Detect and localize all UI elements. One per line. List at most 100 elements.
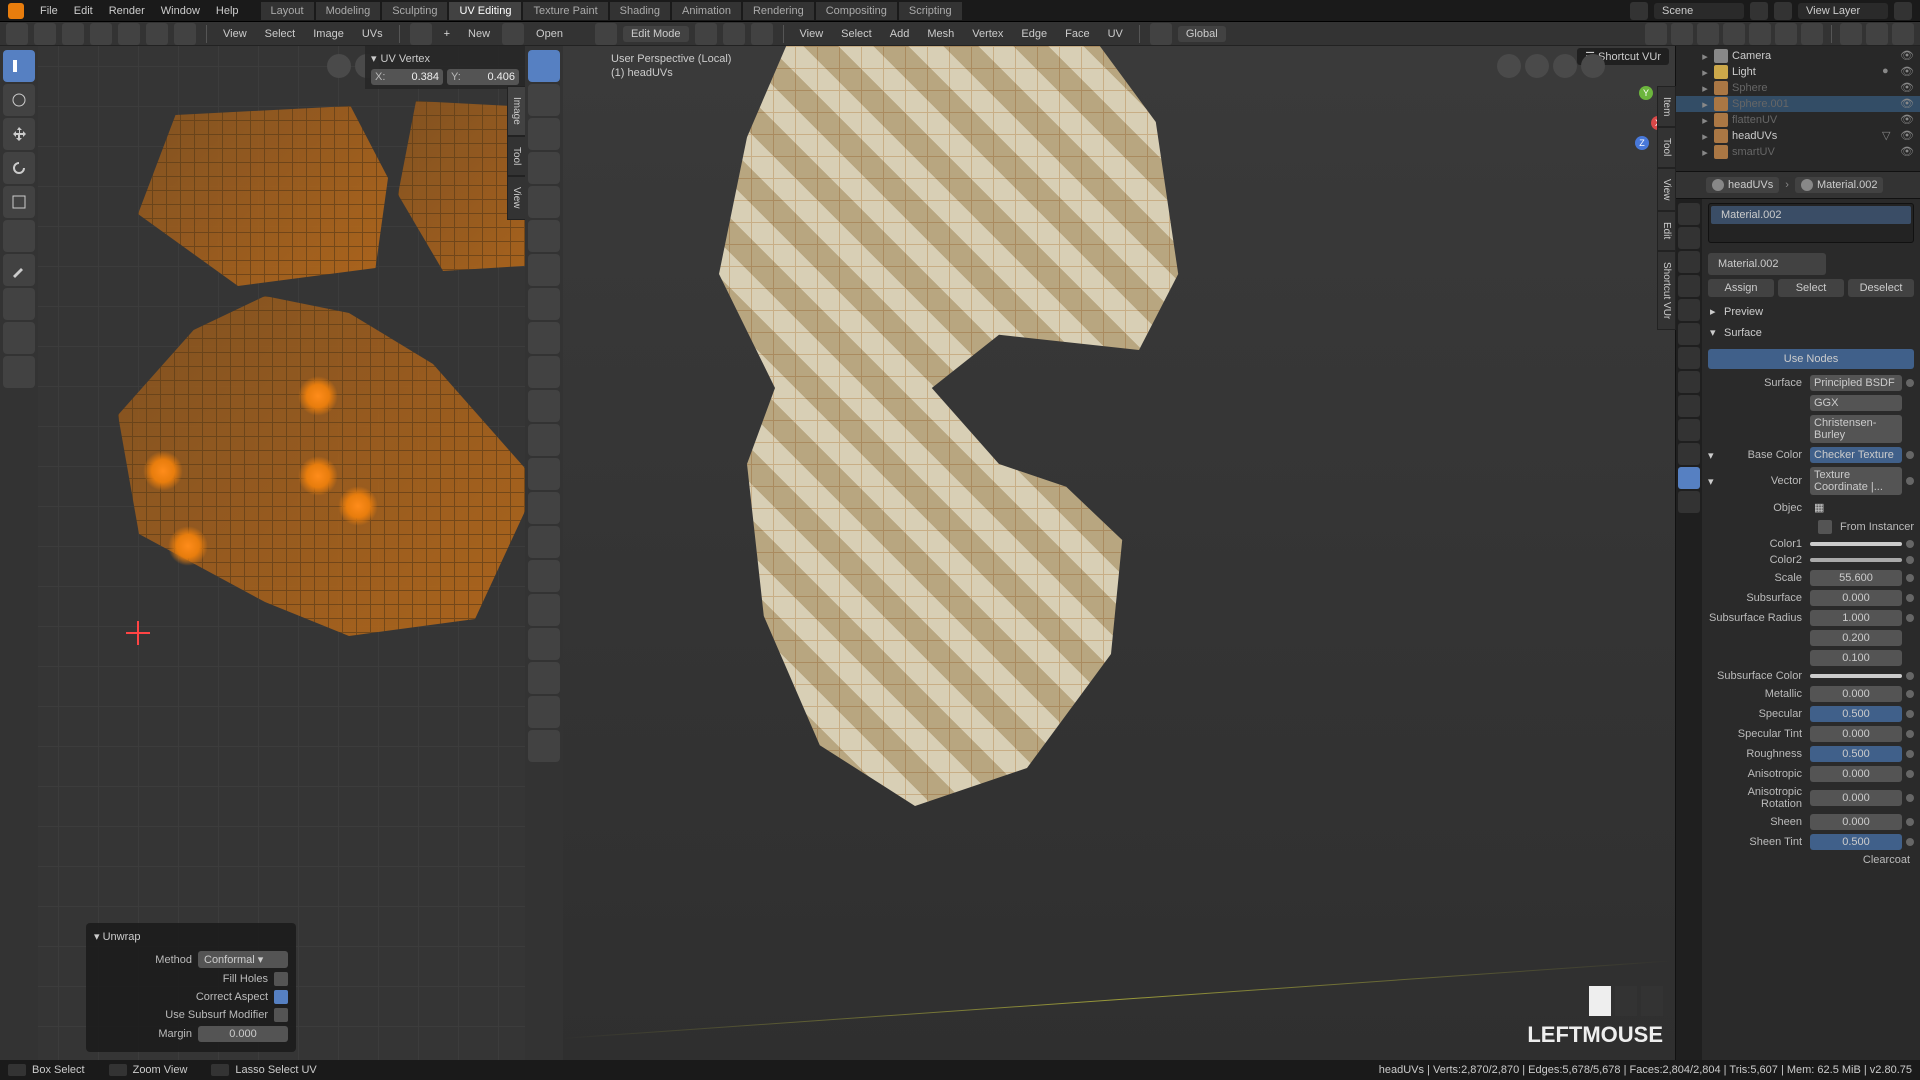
vp-tab-shortcutvur[interactable]: Shortcut VUr — [1657, 251, 1676, 330]
material-new-icon[interactable] — [1828, 253, 1848, 275]
outliner-editor-type-icon[interactable] — [1840, 23, 1862, 45]
uv-menu-view[interactable]: View — [217, 28, 253, 40]
outliner[interactable]: ▸Camera👁 ▸Light●👁 ▸Sphere👁 ▸Sphere.001👁 … — [1676, 46, 1920, 171]
vp-tool-scale[interactable] — [528, 186, 560, 218]
viewlayer-icon[interactable] — [1774, 2, 1792, 20]
sss-radius-0-field[interactable]: 1.000 — [1810, 610, 1902, 626]
object-field[interactable]: ▦ — [1810, 499, 1902, 516]
uv-menu-uvs[interactable]: UVs — [356, 28, 389, 40]
vp-menu-view[interactable]: View — [794, 28, 830, 40]
ptab-physics[interactable] — [1678, 395, 1700, 417]
uv-tab-view[interactable]: View — [507, 176, 526, 220]
material-slot-item[interactable]: Material.002 — [1711, 206, 1911, 224]
link-dot-icon[interactable] — [1906, 710, 1914, 718]
tab-shading[interactable]: Shading — [610, 2, 670, 20]
material-unlink-icon[interactable] — [1872, 253, 1892, 275]
menu-window[interactable]: Window — [155, 5, 206, 17]
uv-tool-move[interactable] — [3, 118, 35, 150]
viewlayer-new-icon[interactable] — [1894, 2, 1912, 20]
vp-gizmo-ortho-icon[interactable] — [1581, 54, 1605, 78]
menu-render[interactable]: Render — [103, 5, 151, 17]
vp-tool-shrink[interactable] — [528, 662, 560, 694]
vp-tool-annotate[interactable] — [528, 254, 560, 286]
uv-op-subsurf-checkbox[interactable] — [274, 1008, 288, 1022]
ptab-particle[interactable] — [1678, 371, 1700, 393]
ptab-texture[interactable] — [1678, 491, 1700, 513]
chevron-down-icon[interactable]: ▾ — [371, 52, 377, 65]
uv-editor-type-icon[interactable] — [6, 23, 28, 45]
tab-scripting[interactable]: Scripting — [899, 2, 962, 20]
vp-menu-face[interactable]: Face — [1059, 28, 1095, 40]
uv-island-select-icon[interactable] — [174, 23, 196, 45]
breadcrumb-object[interactable]: headUVs — [1706, 177, 1779, 193]
use-nodes-button[interactable]: Use Nodes — [1708, 349, 1914, 369]
tab-modeling[interactable]: Modeling — [316, 2, 381, 20]
tab-layout[interactable]: Layout — [261, 2, 314, 20]
basecolor-dropdown[interactable]: Checker Texture — [1810, 447, 1902, 463]
vp-vert-select-icon[interactable] — [695, 23, 717, 45]
roughness-field[interactable]: 0.500 — [1810, 746, 1902, 762]
scale-field[interactable]: 55.600 — [1810, 570, 1902, 586]
mesh-data-icon[interactable]: ▽ — [1882, 129, 1896, 143]
uv-tool-relax[interactable] — [3, 322, 35, 354]
vp-gizmo-camera-icon[interactable] — [1497, 54, 1521, 78]
eye-icon[interactable]: 👁 — [1900, 129, 1914, 143]
outliner-filter-icon[interactable] — [1866, 23, 1888, 45]
vp-tab-view[interactable]: View — [1657, 168, 1676, 212]
uv-vertex-y-field[interactable]: Y:0.406 — [447, 69, 519, 85]
sss-method-dropdown[interactable]: Christensen-Burley — [1810, 415, 1902, 443]
uv-face-select-icon[interactable] — [146, 23, 168, 45]
anisorot-field[interactable]: 0.000 — [1810, 790, 1902, 806]
spectint-field[interactable]: 0.000 — [1810, 726, 1902, 742]
breadcrumb-material[interactable]: Material.002 — [1795, 177, 1884, 193]
uv-tab-tool[interactable]: Tool — [507, 136, 526, 176]
vp-mode-dropdown[interactable]: Edit Mode — [623, 26, 689, 42]
uv-tool-rotate[interactable] — [3, 152, 35, 184]
specular-field[interactable]: 0.500 — [1810, 706, 1902, 722]
tab-rendering[interactable]: Rendering — [743, 2, 814, 20]
uv-tool-grab[interactable] — [3, 288, 35, 320]
color2-swatch[interactable] — [1810, 558, 1902, 562]
vp-edge-select-icon[interactable] — [723, 23, 745, 45]
vp-menu-uv[interactable]: UV — [1102, 28, 1129, 40]
distribution-dropdown[interactable]: GGX — [1810, 395, 1902, 411]
vector-dropdown[interactable]: Texture Coordinate |... — [1810, 467, 1902, 495]
vp-orientation-dropdown[interactable]: Global — [1178, 26, 1226, 42]
menu-help[interactable]: Help — [210, 5, 245, 17]
uv-sync-icon[interactable] — [62, 23, 84, 45]
ptab-output[interactable] — [1678, 227, 1700, 249]
eye-icon[interactable]: 👁 — [1900, 81, 1914, 95]
select-button[interactable]: Select — [1778, 279, 1844, 297]
vp-snap-icon[interactable] — [1645, 23, 1667, 45]
uv-op-method-dropdown[interactable]: Conformal ▾ — [198, 951, 288, 968]
uv-menu-image[interactable]: Image — [307, 28, 350, 40]
uv-canvas[interactable]: ▾UV Vertex X:0.384 Y:0.406 ▾ Unwrap Meth… — [38, 46, 525, 1060]
link-dot-icon[interactable] — [1906, 614, 1914, 622]
material-slot-list[interactable]: Material.002 — [1708, 203, 1914, 243]
uv-pan-gizmo-icon[interactable] — [327, 54, 351, 78]
sheentint-field[interactable]: 0.500 — [1810, 834, 1902, 850]
scene-name-field[interactable]: Scene — [1654, 3, 1744, 19]
uv-select-mode-icon[interactable] — [34, 23, 56, 45]
vp-shading-wire-icon[interactable] — [1723, 23, 1745, 45]
properties-body[interactable]: Material.002 Material.002 Assign Select … — [1702, 199, 1920, 1060]
ptab-render[interactable] — [1678, 203, 1700, 225]
vp-tab-edit[interactable]: Edit — [1657, 211, 1676, 250]
panel-surface[interactable]: ▾Surface — [1708, 322, 1914, 343]
vp-tool-edgeslide[interactable] — [528, 628, 560, 660]
sss-radius-1-field[interactable]: 0.200 — [1810, 630, 1902, 646]
eye-icon[interactable]: 👁 — [1900, 145, 1914, 159]
vp-menu-select[interactable]: Select — [835, 28, 878, 40]
vp-gizmo-pan-icon[interactable] — [1525, 54, 1549, 78]
tab-texture-paint[interactable]: Texture Paint — [523, 2, 607, 20]
tab-uv-editing[interactable]: UV Editing — [449, 2, 521, 20]
menu-file[interactable]: File — [34, 5, 64, 17]
outliner-row-light[interactable]: ▸Light●👁 — [1676, 64, 1920, 80]
vp-overlay-icon[interactable] — [1697, 23, 1719, 45]
vp-tool-loopcut[interactable] — [528, 458, 560, 490]
link-dot-icon[interactable] — [1906, 818, 1914, 826]
vp-tool-cursor[interactable] — [528, 84, 560, 116]
scene-new-icon[interactable] — [1750, 2, 1768, 20]
tab-animation[interactable]: Animation — [672, 2, 741, 20]
link-dot-icon[interactable] — [1906, 594, 1914, 602]
